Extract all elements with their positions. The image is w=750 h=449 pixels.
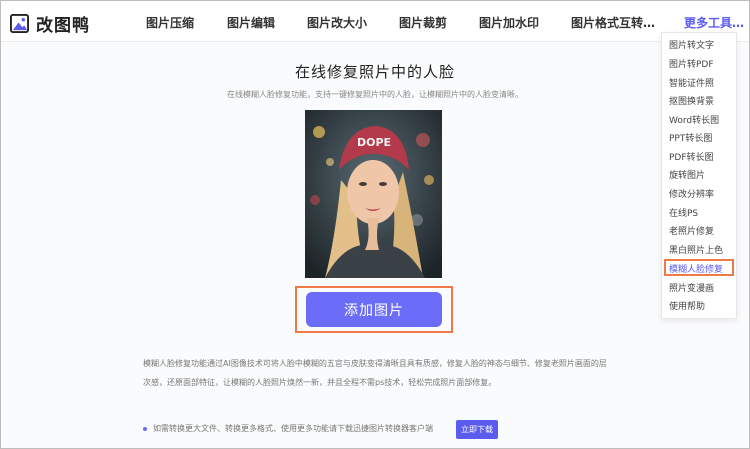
dropdown-item-active[interactable]: 模糊人脸修复 <box>669 262 723 275</box>
client-tip: 如需转换更大文件、转换更多格式、使用更多功能请下载迅捷图片转换器客户端 <box>143 423 433 434</box>
nav-image-crop[interactable]: 图片裁剪 <box>399 14 447 31</box>
nav-image-watermark[interactable]: 图片加水印 <box>479 14 539 31</box>
dropdown-item[interactable]: 在线PS <box>669 206 698 219</box>
portrait-illustration: DOPE <box>305 110 442 278</box>
dropdown-item[interactable]: PDF转长图 <box>669 150 714 163</box>
dropdown-item[interactable]: 老照片修复 <box>669 224 714 237</box>
dropdown-item[interactable]: PPT转长图 <box>669 131 712 144</box>
nav-image-compress[interactable]: 图片压缩 <box>146 14 194 31</box>
dot-icon <box>143 426 147 431</box>
add-image-button[interactable]: 添加图片 <box>306 292 442 327</box>
dropdown-item[interactable]: 旋转图片 <box>669 168 705 181</box>
nav-image-resize[interactable]: 图片改大小 <box>307 14 367 31</box>
sample-face-photo: DOPE <box>305 110 442 278</box>
page-title: 在线修复照片中的人脸 <box>294 63 455 81</box>
picture-logo-icon <box>10 14 29 33</box>
svg-text:DOPE: DOPE <box>357 136 391 149</box>
feature-description: 模糊人脸修复功能通过AI图像技术可将人脸中模糊的五官与皮肤变得清晰且具有质感，修… <box>143 359 607 387</box>
dropdown-item[interactable]: 图片转文字 <box>669 38 714 51</box>
nav-more-tools[interactable]: 更多工具… <box>684 14 744 31</box>
client-tip-text: 如需转换更大文件、转换更多格式、使用更多功能请下载迅捷图片转换器客户端 <box>153 424 433 433</box>
dropdown-item[interactable]: 照片变漫画 <box>669 281 714 294</box>
nav-image-edit[interactable]: 图片编辑 <box>227 14 275 31</box>
dropdown-item[interactable]: Word转长图 <box>669 113 719 126</box>
dropdown-item[interactable]: 黑白照片上色 <box>669 243 723 256</box>
brand-name: 改图鸭 <box>36 16 90 36</box>
top-navbar: 改图鸭 图片压缩 图片编辑 图片改大小 图片裁剪 图片加水印 图片格式互转… 更… <box>1 1 749 42</box>
page-subtitle: 在线模糊人脸修复功能，支持一键修复照片中的人脸，让模糊照片中的人脸变清晰。 <box>227 90 523 99</box>
download-now-button[interactable]: 立即下载 <box>456 420 498 439</box>
dropdown-item[interactable]: 修改分辨率 <box>669 187 714 200</box>
logo[interactable]: 改图鸭 <box>10 11 90 36</box>
nav-image-format-convert[interactable]: 图片格式互转… <box>571 14 655 31</box>
dropdown-item[interactable]: 使用帮助 <box>669 299 705 312</box>
